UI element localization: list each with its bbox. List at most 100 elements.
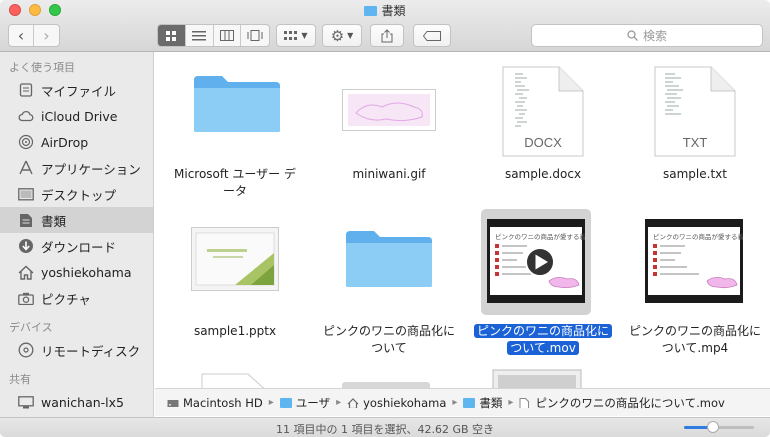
all-files-icon xyxy=(18,82,34,98)
path-bar: Macintosh HD ▸ ユーザ ▸ yoshiekohama ▸ 書類 ▸… xyxy=(155,388,770,416)
path-item-file[interactable]: ピンクのワニの商品化について.mov xyxy=(519,395,725,411)
sidebar-item-downloads[interactable]: ダウンロード xyxy=(0,233,153,259)
path-separator-icon: ▸ xyxy=(452,397,458,408)
sidebar-item-label: wanichan-lx5 xyxy=(41,394,124,410)
window-title-text: 書類 xyxy=(381,4,406,18)
movie-file-icon xyxy=(519,397,530,408)
sidebar-item-label: yoshiekohama xyxy=(41,264,132,280)
list-view-icon xyxy=(192,30,207,40)
file-item-pptx[interactable]: sample1.pptx xyxy=(158,209,312,359)
airdrop-icon xyxy=(18,134,34,150)
folder-icon xyxy=(279,397,292,408)
folder-icon xyxy=(364,6,378,16)
file-item-folder[interactable]: Microsoft ユーザー データ xyxy=(158,52,312,202)
desktop-icon xyxy=(18,186,34,202)
forward-button[interactable]: › xyxy=(34,25,59,46)
action-button[interactable]: ⚙ ▼ xyxy=(322,24,362,47)
sidebar-item-all-my-files[interactable]: マイファイル xyxy=(0,77,153,103)
sidebar-item-home[interactable]: yoshiekohama xyxy=(0,259,153,285)
file-label: miniwani.gif xyxy=(352,167,426,181)
hard-drive-icon xyxy=(167,399,179,407)
sidebar-item-documents[interactable]: 書類 xyxy=(0,207,153,233)
chevron-down-icon: ▼ xyxy=(301,31,308,40)
gear-icon: ⚙ xyxy=(330,26,345,45)
sidebar-item-label: ピクチャ xyxy=(41,291,91,307)
file-item-folder[interactable]: ピンクのワニの商品化に ついて xyxy=(312,209,466,359)
sidebar: よく使う項目 マイファイル iCloud Drive AirDrop アプリケー… xyxy=(0,52,154,418)
sidebar-item-label: AirDrop xyxy=(41,134,89,150)
search-placeholder: 検索 xyxy=(642,29,667,43)
path-item-documents[interactable]: 書類 xyxy=(463,395,502,411)
path-separator-icon: ▸ xyxy=(336,397,342,408)
path-item-macintosh-hd[interactable]: Macintosh HD xyxy=(167,396,263,410)
svg-text:DOCX: DOCX xyxy=(524,135,562,150)
back-button[interactable]: ‹ xyxy=(9,25,34,46)
path-separator-icon: ▸ xyxy=(508,397,514,408)
file-label: sample.docx xyxy=(504,167,582,181)
file-item-gif[interactable]: miniwani.gif xyxy=(312,52,466,202)
svg-text:ピンクのワニの商品が愛する着層: ピンクのワニの商品が愛する着層 xyxy=(653,232,743,241)
applications-icon xyxy=(18,160,34,176)
icon-size-slider[interactable] xyxy=(684,421,754,433)
sidebar-item-pictures[interactable]: ピクチャ xyxy=(0,285,153,311)
cover-flow-button[interactable] xyxy=(241,25,269,46)
computer-icon xyxy=(18,394,34,410)
sidebar-item-label: ダウンロード xyxy=(41,239,117,255)
sidebar-item-wanichan-lx5[interactable]: wanichan-lx5 xyxy=(0,389,153,415)
pptx-thumbnail xyxy=(191,227,279,291)
sidebar-item-label: 書類 xyxy=(41,213,67,229)
sidebar-item-applications[interactable]: アプリケーション xyxy=(0,155,153,181)
file-item-mov-selected[interactable]: ピンクのワニの商品が愛する着層 ピンクのワニの商品化に ついて.mov xyxy=(466,209,620,359)
view-mode-control xyxy=(157,24,270,47)
path-item-home[interactable]: yoshiekohama xyxy=(347,396,446,410)
docx-document-icon: DOCX xyxy=(502,66,584,157)
sidebar-item-airdrop[interactable]: AirDrop xyxy=(0,129,153,155)
sidebar-item-remote-disc[interactable]: リモートディスク xyxy=(0,337,153,363)
column-view-icon xyxy=(219,30,234,41)
sidebar-item-label: iCloud Drive xyxy=(41,108,118,124)
sidebar-item-desktop[interactable]: デスクトップ xyxy=(0,181,153,207)
camera-icon xyxy=(18,290,34,306)
folder-icon xyxy=(463,397,476,408)
search-field[interactable]: 検索 xyxy=(531,24,763,47)
column-view-button[interactable] xyxy=(214,25,242,46)
list-view-button[interactable] xyxy=(186,25,214,46)
download-icon xyxy=(18,238,34,254)
sidebar-item-label: マイファイル xyxy=(41,83,117,99)
video-thumbnail: ピンクのワニの商品が愛する着層 xyxy=(645,219,743,303)
sidebar-item-label: アプリケーション xyxy=(41,161,141,177)
edit-tags-button[interactable] xyxy=(413,24,451,47)
path-item-users[interactable]: ユーザ xyxy=(279,395,330,411)
file-icon-grid: Microsoft ユーザー データ miniwani.gif DOCX sam… xyxy=(155,52,770,388)
svg-text:ピンクのワニの商品が愛する着層: ピンクのワニの商品が愛する着層 xyxy=(495,232,585,241)
chevron-down-icon: ▼ xyxy=(347,31,354,40)
gif-thumbnail xyxy=(342,89,436,131)
window-title: 書類 xyxy=(0,2,770,19)
folder-icon xyxy=(194,76,280,132)
back-forward-control: ‹ › xyxy=(8,24,60,47)
shared-header: 共有 xyxy=(9,373,31,386)
share-button[interactable] xyxy=(370,24,404,47)
icon-view-button[interactable] xyxy=(158,25,186,46)
file-label: sample.txt xyxy=(663,167,727,181)
status-bar: 11 項目中の 1 項目を選択、42.62 GB 空き xyxy=(0,417,770,437)
sidebar-item-label: リモートディスク xyxy=(41,343,141,359)
devices-header: デバイス xyxy=(9,321,53,334)
finder-window: 書類 ‹ › ▼ ⚙ ▼ 検索 よく使う項目 マイファイル iCloud Dri… xyxy=(0,0,770,437)
arrange-icon xyxy=(284,30,298,40)
home-icon xyxy=(18,264,34,280)
arrange-button[interactable]: ▼ xyxy=(276,24,316,47)
sidebar-item-icloud-drive[interactable]: iCloud Drive xyxy=(0,103,153,129)
file-label: ピンクのワニの商品化に ついて.mp4 xyxy=(628,324,761,355)
favorites-header: よく使う項目 xyxy=(9,61,75,74)
title-bar: 書類 ‹ › ▼ ⚙ ▼ 検索 xyxy=(0,0,770,52)
icon-view-icon xyxy=(166,30,177,41)
partial-file-icon xyxy=(492,369,582,388)
documents-icon xyxy=(18,212,34,228)
file-label: sample1.pptx xyxy=(193,324,277,338)
search-icon xyxy=(627,30,638,41)
cloud-icon xyxy=(18,108,34,124)
file-item-txt[interactable]: TXT sample.txt xyxy=(618,52,770,202)
file-item-docx[interactable]: DOCX sample.docx xyxy=(466,52,620,202)
file-item-mp4[interactable]: ピンクのワニの商品が愛する着層 ピンクのワニの商品化に ついて.mp4 xyxy=(618,209,770,359)
